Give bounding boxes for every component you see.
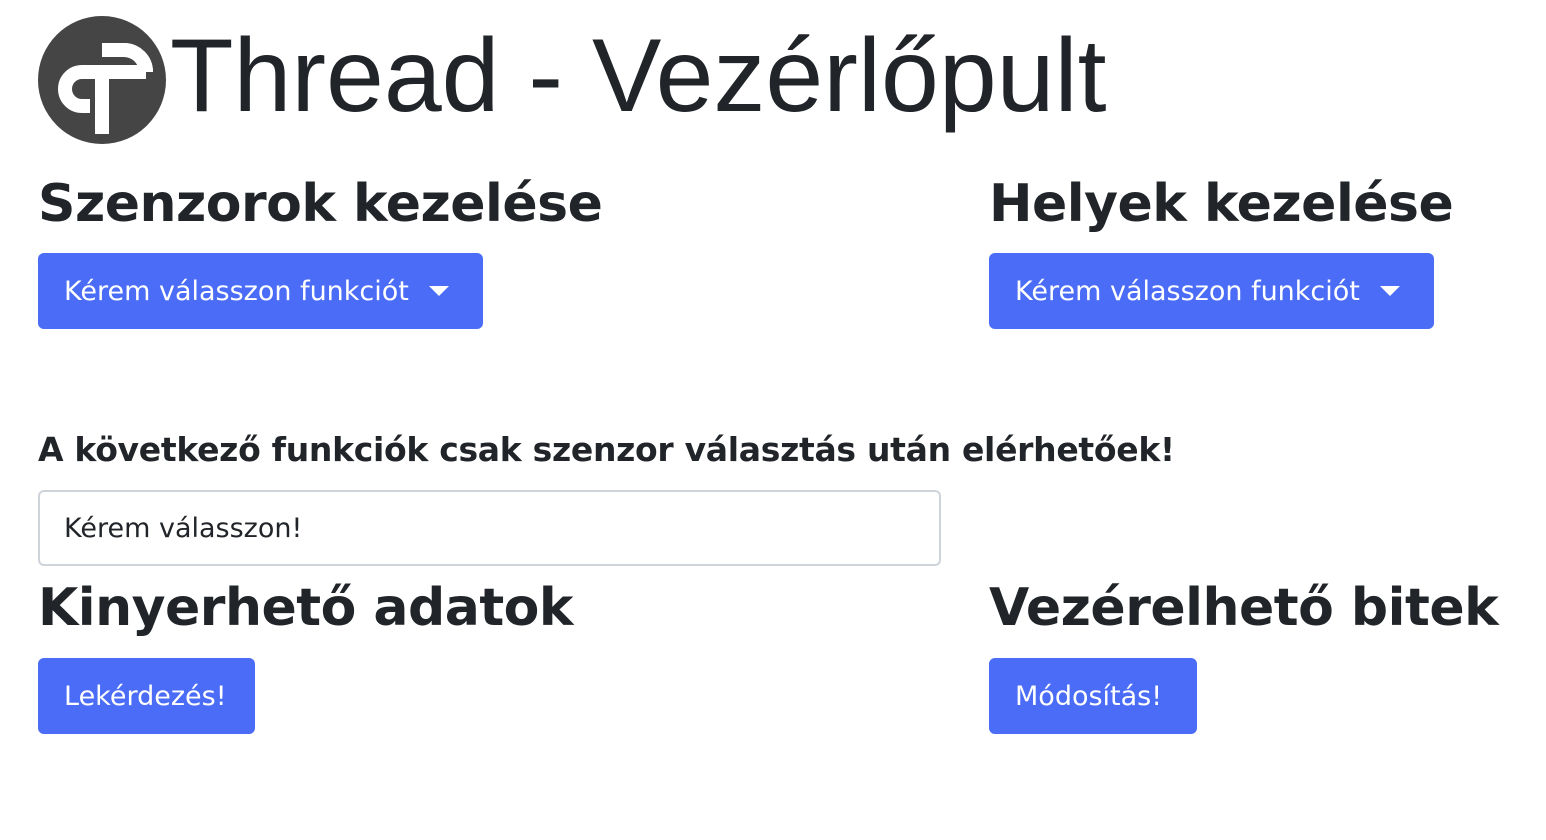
caret-down-icon	[428, 286, 449, 296]
modify-button[interactable]: Módosítás!	[989, 658, 1197, 734]
sensor-select[interactable]: Kérem válasszon!	[38, 490, 941, 566]
caret-down-icon	[1379, 286, 1400, 296]
notice-text: A következő funkciók csak szenzor válasz…	[38, 430, 1175, 469]
sensors-dropdown-label: Kérem válasszon funkciót	[64, 275, 409, 307]
page: Thread - Vezérlőpult Szenzorok kezelése …	[0, 0, 1546, 840]
query-button-label: Lekérdezés!	[64, 680, 227, 712]
bits-section-title: Vezérelhető bitek	[989, 578, 1499, 638]
sensor-select-value: Kérem válasszon!	[64, 512, 303, 544]
thread-logo-icon	[38, 16, 166, 144]
sensors-title: Szenzorok kezelése	[38, 174, 603, 234]
places-function-dropdown[interactable]: Kérem válasszon funkciót	[989, 253, 1434, 329]
header: Thread - Vezérlőpult	[38, 14, 1107, 146]
modify-button-label: Módosítás!	[1015, 680, 1163, 712]
query-button[interactable]: Lekérdezés!	[38, 658, 255, 734]
page-title: Thread - Vezérlőpult	[170, 18, 1107, 134]
sensors-function-dropdown[interactable]: Kérem válasszon funkciót	[38, 253, 483, 329]
data-section-title: Kinyerhető adatok	[38, 578, 574, 638]
places-title: Helyek kezelése	[989, 174, 1454, 234]
places-dropdown-label: Kérem válasszon funkciót	[1015, 275, 1360, 307]
